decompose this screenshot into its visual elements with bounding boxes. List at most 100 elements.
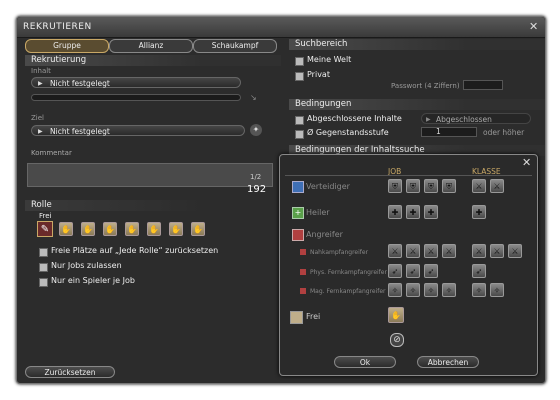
conditions-section-title: Bedingungen	[289, 99, 545, 110]
job-icon[interactable]: ⚔	[442, 244, 456, 258]
cancel-button[interactable]: Abbrechen	[417, 356, 479, 368]
tank-role-icon	[292, 181, 304, 193]
password-input[interactable]	[463, 80, 503, 90]
class-icon[interactable]: ➶	[472, 264, 486, 278]
class-icon[interactable]: ✚	[472, 205, 486, 219]
tab-schaukampf[interactable]: Schaukampf	[193, 39, 277, 53]
melee-label: Nahkampfangreifer	[310, 249, 369, 256]
recruit-section-title: Rekrutierung	[25, 55, 281, 66]
job-icon[interactable]: ➶	[388, 264, 402, 278]
comment-page: 1/2	[250, 173, 262, 181]
completed-checkbox[interactable]	[295, 116, 304, 125]
completed-dropdown[interactable]: ▶ Abgeschlossen	[421, 113, 531, 124]
job-icon[interactable]: ⚔	[406, 244, 420, 258]
divider	[285, 175, 532, 176]
tank-role-label: Verteidiger	[306, 182, 350, 191]
melee-icon	[300, 249, 306, 255]
dropdown-arrow-icon: ▶	[426, 116, 431, 123]
job-icon[interactable]: ⚔	[388, 244, 402, 258]
job-icon[interactable]: ➶	[406, 264, 420, 278]
tab-gruppe[interactable]: Gruppe	[25, 39, 109, 53]
role-selection-popup: ✕ JOB KLASSE Verteidiger ⛨ ⛨ ⛨ ⛨ ⚔ ⚔ + H…	[279, 154, 538, 376]
dropdown-arrow-icon: ▶	[38, 128, 43, 135]
content-scroll-track[interactable]	[31, 94, 241, 101]
one-per-job-checkbox[interactable]	[39, 278, 48, 287]
class-icon[interactable]: ✧	[472, 283, 486, 297]
healer-role-icon: +	[292, 207, 304, 219]
title-bar[interactable]: REKRUTIEREN ✕	[17, 17, 545, 38]
class-icon[interactable]: ✧	[490, 283, 504, 297]
role-slot-3[interactable]: ✋	[81, 222, 95, 236]
ranged-mag-icon	[300, 288, 306, 294]
job-icon[interactable]: ➶	[424, 264, 438, 278]
my-world-checkbox[interactable]	[295, 57, 304, 66]
popup-close-icon[interactable]: ✕	[522, 157, 531, 168]
link-icon[interactable]: ↘	[250, 93, 260, 103]
completed-label: Abgeschlossene Inhalte	[307, 114, 402, 123]
completed-value: Abgeschlossen	[436, 115, 492, 124]
job-icon[interactable]: ⛨	[442, 179, 456, 193]
comment-textarea[interactable]	[27, 163, 273, 187]
job-icon[interactable]: ⛨	[406, 179, 420, 193]
goal-label: Ziel	[31, 114, 44, 122]
job-icon[interactable]: ✧	[406, 283, 420, 297]
role-slot-1[interactable]: ✎	[37, 221, 53, 237]
comment-label: Kommentar	[31, 149, 72, 157]
role-slot-6[interactable]: ✋	[147, 222, 161, 236]
class-icon[interactable]: ⚔	[472, 244, 486, 258]
tab-allianz[interactable]: Allianz	[109, 39, 193, 53]
item-level-label: Ø Gegenstandsstufe	[307, 128, 389, 137]
dropdown-arrow-icon: ▶	[38, 80, 43, 87]
role-section-title: Rolle	[25, 200, 281, 211]
settings-icon[interactable]: ✦	[250, 124, 262, 136]
job-icon[interactable]: ✚	[406, 205, 420, 219]
class-icon[interactable]: ⚔	[508, 244, 522, 258]
job-icon[interactable]: ✧	[442, 283, 456, 297]
role-slot-7[interactable]: ✋	[169, 222, 183, 236]
healer-role-label: Heiler	[306, 208, 330, 217]
content-label: Inhalt	[31, 67, 51, 75]
private-checkbox[interactable]	[295, 72, 304, 81]
role-slot-2[interactable]: ✋	[59, 222, 73, 236]
job-icon[interactable]: ✚	[388, 205, 402, 219]
role-slot-5[interactable]: ✋	[125, 222, 139, 236]
clear-icon[interactable]: ⊘	[390, 333, 404, 347]
ok-button[interactable]: Ok	[334, 356, 396, 368]
ranged-mag-label: Mag. Fernkampfangreifer	[310, 288, 386, 295]
content-value: Nicht festgelegt	[50, 79, 110, 88]
class-icon[interactable]: ⚔	[490, 179, 504, 193]
window-title: REKRUTIEREN	[23, 22, 92, 32]
job-icon[interactable]: ✧	[388, 283, 402, 297]
item-level-input[interactable]: 1	[421, 127, 477, 137]
reset-slots-label: Freie Plätze auf „Jede Rolle“ zurücksetz…	[51, 246, 219, 255]
ranged-phys-label: Phys. Fernkampfangreifer	[310, 269, 387, 276]
or-higher-label: oder höher	[483, 128, 525, 137]
role-slot-8[interactable]: ✋	[191, 222, 205, 236]
job-icon[interactable]: ⚔	[424, 244, 438, 258]
jobs-only-checkbox[interactable]	[39, 263, 48, 272]
one-per-job-label: Nur ein Spieler je Job	[51, 276, 135, 285]
class-icon[interactable]: ⚔	[472, 179, 486, 193]
free-role-button[interactable]: ✋	[388, 307, 404, 323]
close-icon[interactable]: ✕	[529, 21, 538, 32]
goal-dropdown[interactable]: ▶ Nicht festgelegt	[31, 125, 245, 136]
jobs-only-label: Nur Jobs zulassen	[51, 261, 122, 270]
item-level-checkbox[interactable]	[295, 130, 304, 139]
my-world-label: Meine Welt	[307, 55, 352, 64]
goal-value: Nicht festgelegt	[50, 127, 110, 136]
free-label: Frei	[39, 212, 52, 220]
free-role-icon	[290, 311, 303, 324]
reset-button[interactable]: Zurücksetzen	[25, 366, 115, 378]
role-slot-4[interactable]: ✋	[103, 222, 117, 236]
job-icon[interactable]: ⛨	[388, 179, 402, 193]
class-icon[interactable]: ⚔	[490, 244, 504, 258]
job-icon[interactable]: ⛨	[424, 179, 438, 193]
ranged-phys-icon	[300, 269, 306, 275]
comment-char-count: 192	[247, 184, 267, 195]
job-icon[interactable]: ✚	[424, 205, 438, 219]
reset-slots-checkbox[interactable]	[39, 248, 48, 257]
search-section-title: Suchbereich	[289, 39, 545, 50]
content-dropdown[interactable]: ▶ Nicht festgelegt	[31, 77, 241, 88]
job-icon[interactable]: ✧	[424, 283, 438, 297]
private-label: Privat	[307, 70, 330, 79]
